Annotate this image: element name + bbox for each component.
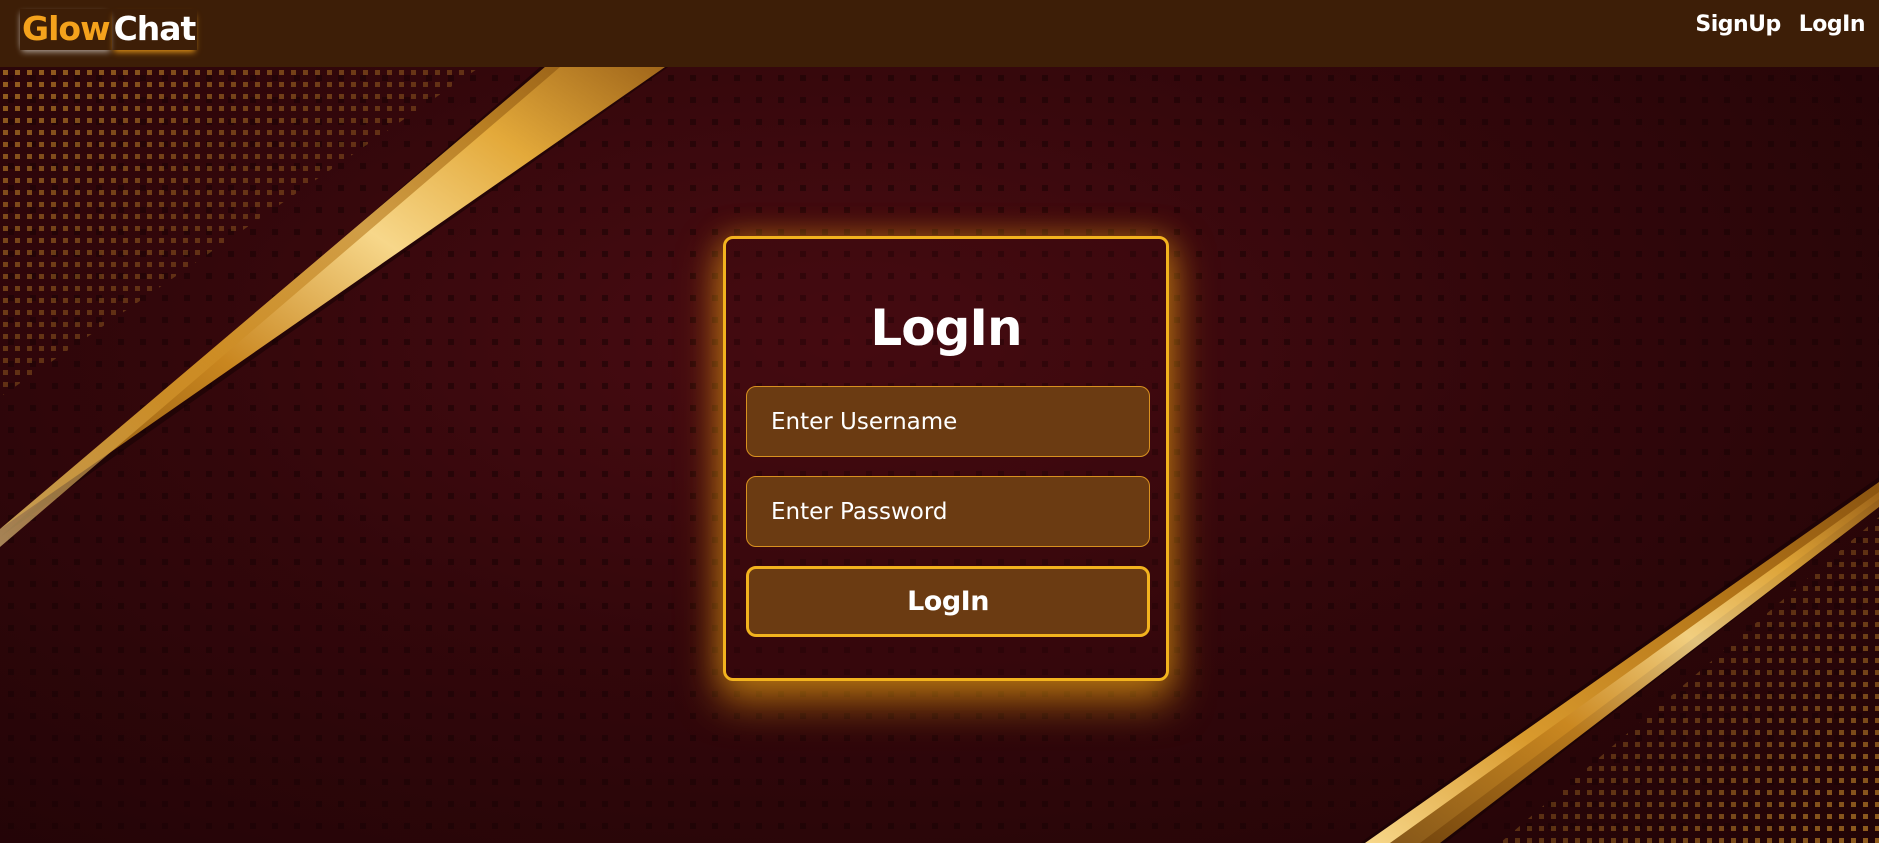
login-button[interactable]: LogIn bbox=[746, 566, 1150, 637]
username-input[interactable] bbox=[746, 386, 1150, 457]
login-page: GlowChat SignUp LogIn LogIn LogIn bbox=[0, 0, 1879, 843]
login-card: LogIn LogIn bbox=[723, 236, 1169, 681]
login-title: LogIn bbox=[870, 299, 1022, 357]
nav-links: SignUp LogIn bbox=[1695, 12, 1865, 37]
top-navbar: Glow Chat SignUp LogIn bbox=[0, 0, 1879, 67]
logo-text-glow: Glow bbox=[22, 8, 111, 48]
nav-link-signup[interactable]: SignUp bbox=[1695, 12, 1781, 37]
brand-logo[interactable]: Glow Chat bbox=[20, 6, 197, 52]
password-input[interactable] bbox=[746, 476, 1150, 547]
logo-text-chat: Chat bbox=[113, 8, 197, 48]
nav-link-login[interactable]: LogIn bbox=[1799, 12, 1866, 37]
